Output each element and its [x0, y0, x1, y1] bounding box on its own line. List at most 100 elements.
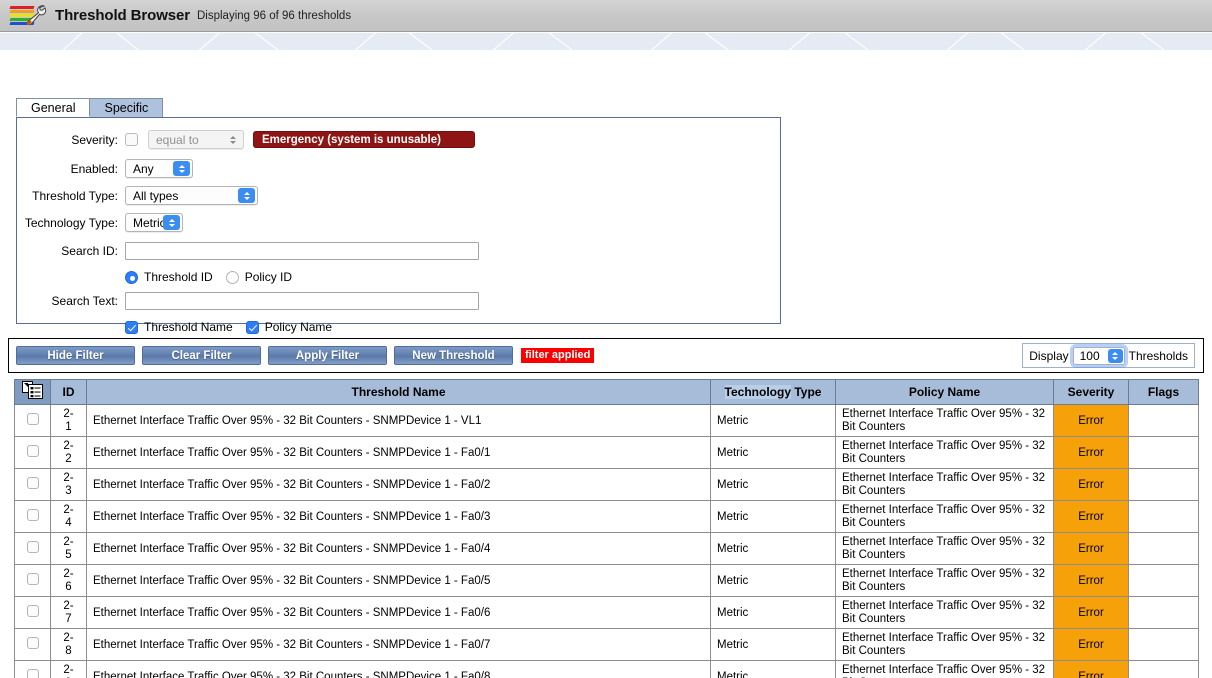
severity-label: Severity: — [71, 132, 118, 147]
row-policy-name-cell: Ethernet Interface Traffic Over 95% - 32… — [835, 628, 1054, 661]
row-severity-cell: Error — [1053, 532, 1129, 565]
checkbox-threshold-name[interactable] — [125, 320, 138, 334]
table-row[interactable]: 2-9Ethernet Interface Traffic Over 95% -… — [14, 660, 1199, 678]
column-header-technology-type-highlight: Technology — [724, 385, 791, 399]
row-select-checkbox[interactable] — [26, 637, 39, 649]
table-row[interactable]: 2- 7 Ethernet Interface Traffic Over 95% -… — [14, 596, 1199, 629]
row-select-checkbox-cell[interactable] — [14, 628, 51, 661]
column-header-threshold-name[interactable]: Threshold Name — [86, 379, 711, 405]
filter-row-enabled: Enabled: Any — [17, 159, 780, 178]
row-policy-name-cell: Ethernet Interface Traffic Over 95% - 32… — [835, 500, 1054, 533]
table-row[interactable]: 2- 6 Ethernet Interface Traffic Over 95% -… — [14, 564, 1199, 597]
radio-policy-id-label: Policy ID — [244, 270, 293, 284]
row-technology-type-cell: Metric — [710, 628, 836, 661]
row-select-checkbox[interactable] — [26, 413, 39, 425]
row-select-checkbox[interactable] — [26, 669, 39, 678]
radio-threshold-id-label: Threshold ID — [144, 270, 213, 284]
table-row[interactable]: 2- 8 Ethernet Interface Traffic Over 95% -… — [14, 628, 1199, 661]
page-title: Threshold Browser — [55, 7, 190, 24]
column-header-severity[interactable]: Severity — [1053, 379, 1129, 405]
status-badge: filter applied — [521, 348, 595, 363]
row-severity-cell: Error — [1053, 628, 1129, 661]
search-id-input[interactable] — [125, 242, 479, 260]
filter-row-technology-type: Technology Type: Metric — [17, 213, 780, 232]
row-select-checkbox-cell[interactable] — [14, 436, 51, 469]
technology-type-select[interactable]: Metric — [125, 213, 183, 232]
table-row[interactable]: 2- 2 Ethernet Interface Traffic Over 95% -… — [14, 436, 1199, 469]
display-count-stepper[interactable]: 100 — [1072, 346, 1125, 365]
table-row[interactable]: 2- 4 Ethernet Interface Traffic Over 95% -… — [14, 500, 1199, 533]
row-technology-type-cell: Metric — [710, 436, 836, 469]
select-all-list-icon[interactable] — [21, 381, 44, 403]
row-severity-cell: Error — [1053, 500, 1129, 533]
row-threshold-name-cell: Ethernet Interface Traffic Over 95% - 32… — [86, 404, 711, 437]
table-row[interactable]: 2- 3 Ethernet Interface Traffic Over 95% -… — [14, 468, 1199, 501]
row-severity-cell: Error — [1053, 596, 1129, 629]
threshold-type-select[interactable]: All types — [125, 186, 258, 205]
row-flags-cell — [1128, 500, 1199, 533]
row-severity-cell: Error — [1053, 564, 1129, 597]
apply-filter-button[interactable]: Apply Filter — [268, 346, 387, 365]
row-select-checkbox-cell[interactable] — [14, 500, 51, 533]
row-technology-type-cell: Metric — [710, 404, 836, 437]
chevron-updown-icon — [238, 188, 255, 203]
row-policy-name-cell: Ethernet Interface Traffic Over 95% - 32… — [835, 660, 1054, 678]
filter-tabs: General Specific — [16, 98, 164, 117]
row-technology-type-cell: Metric — [710, 500, 836, 533]
tab-general[interactable]: General — [16, 98, 91, 117]
severity-value-select[interactable]: Emergency (system is unusable) — [253, 131, 475, 148]
table-header-row: ID Threshold Name Technology Type Policy… — [14, 379, 1199, 405]
row-select-checkbox[interactable] — [26, 573, 39, 585]
hide-filter-button[interactable]: Hide Filter — [16, 346, 135, 365]
row-select-checkbox-cell[interactable] — [14, 532, 51, 565]
clear-filter-button[interactable]: Clear Filter — [142, 346, 261, 365]
severity-enable-checkbox[interactable] — [125, 133, 138, 146]
row-select-checkbox[interactable] — [26, 477, 39, 489]
column-header-flags[interactable]: Flags — [1128, 379, 1199, 405]
chevron-updown-icon — [163, 215, 180, 230]
row-id-cell: 2- 8 — [50, 628, 87, 661]
table-row[interactable]: 2- 5 Ethernet Interface Traffic Over 95% -… — [14, 532, 1199, 565]
row-select-checkbox[interactable] — [26, 541, 39, 553]
row-select-checkbox-cell[interactable] — [14, 596, 51, 629]
row-select-checkbox-cell[interactable] — [14, 468, 51, 501]
table-row[interactable]: 2- 1 Ethernet Interface Traffic Over 95% -… — [14, 404, 1199, 437]
row-select-checkbox[interactable] — [26, 509, 39, 521]
row-select-checkbox[interactable] — [26, 445, 39, 457]
row-select-checkbox-cell[interactable] — [14, 404, 51, 437]
row-select-checkbox[interactable] — [26, 605, 39, 617]
id-scope-radio-group: Threshold ID Policy ID — [17, 270, 780, 284]
chevron-updown-icon — [173, 161, 190, 176]
enabled-value: Any — [133, 161, 154, 176]
enabled-select[interactable]: Any — [125, 159, 193, 178]
background-watermark — [0, 33, 1212, 50]
search-text-input[interactable] — [125, 292, 479, 310]
row-select-checkbox-cell[interactable] — [14, 564, 51, 597]
threshold-count-status: Displaying 96 of 96 thresholds — [197, 9, 352, 22]
enabled-label: Enabled: — [70, 161, 118, 176]
severity-operator-select[interactable]: equal to — [148, 130, 244, 149]
column-header-id[interactable]: ID — [50, 379, 87, 405]
row-threshold-name-cell: Ethernet Interface Traffic Over 95% - 32… — [86, 660, 711, 678]
row-select-checkbox-cell[interactable] — [14, 660, 51, 678]
new-threshold-button[interactable]: New Threshold — [394, 346, 513, 365]
window-title-bar: Threshold Browser Displaying 96 of 96 th… — [0, 0, 1212, 32]
row-id-cell: 2- 3 — [50, 468, 87, 501]
threshold-type-label: Threshold Type: — [32, 188, 118, 203]
radio-policy-id[interactable] — [225, 270, 239, 284]
column-header-technology-type[interactable]: Technology Type — [710, 379, 836, 405]
row-threshold-name-cell: Ethernet Interface Traffic Over 95% - 32… — [86, 628, 711, 661]
severity-value: Emergency (system is unusable) — [262, 133, 441, 146]
technology-type-value: Metric — [133, 215, 166, 230]
row-flags-cell — [1128, 468, 1199, 501]
row-policy-name-cell: Ethernet Interface Traffic Over 95% - 32… — [835, 468, 1054, 501]
row-policy-name-cell: Ethernet Interface Traffic Over 95% - 32… — [835, 532, 1054, 565]
display-count-value: 100 — [1079, 348, 1100, 363]
select-all-header[interactable] — [14, 379, 51, 405]
radio-threshold-id[interactable] — [125, 270, 138, 284]
technology-type-label: Technology Type: — [24, 215, 118, 230]
column-header-policy-name[interactable]: Policy Name — [835, 379, 1054, 405]
tab-specific[interactable]: Specific — [90, 98, 164, 117]
row-severity-cell: Error — [1053, 468, 1129, 501]
checkbox-policy-name[interactable] — [245, 320, 259, 334]
